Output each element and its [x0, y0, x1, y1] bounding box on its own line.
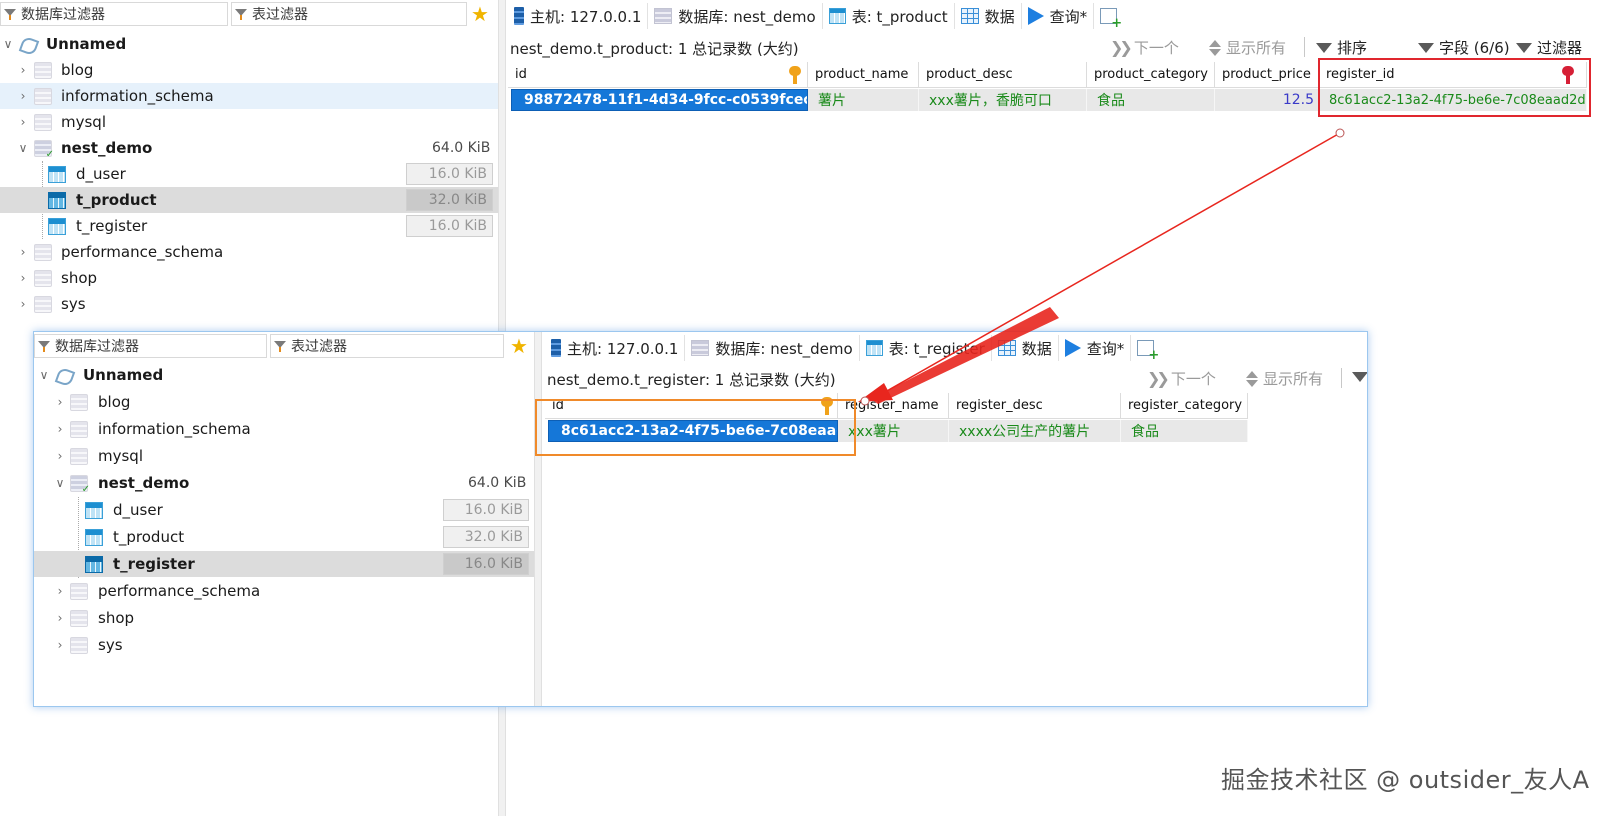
watermark: 掘金技术社区 @ outsider_友人A [1221, 766, 1590, 794]
arrow-start-dot [1335, 128, 1345, 138]
arrow-end-dot [860, 396, 870, 406]
annotation-arrow [858, 128, 1345, 406]
arrow-head-body [871, 307, 1059, 404]
arrow-line [870, 132, 1341, 401]
